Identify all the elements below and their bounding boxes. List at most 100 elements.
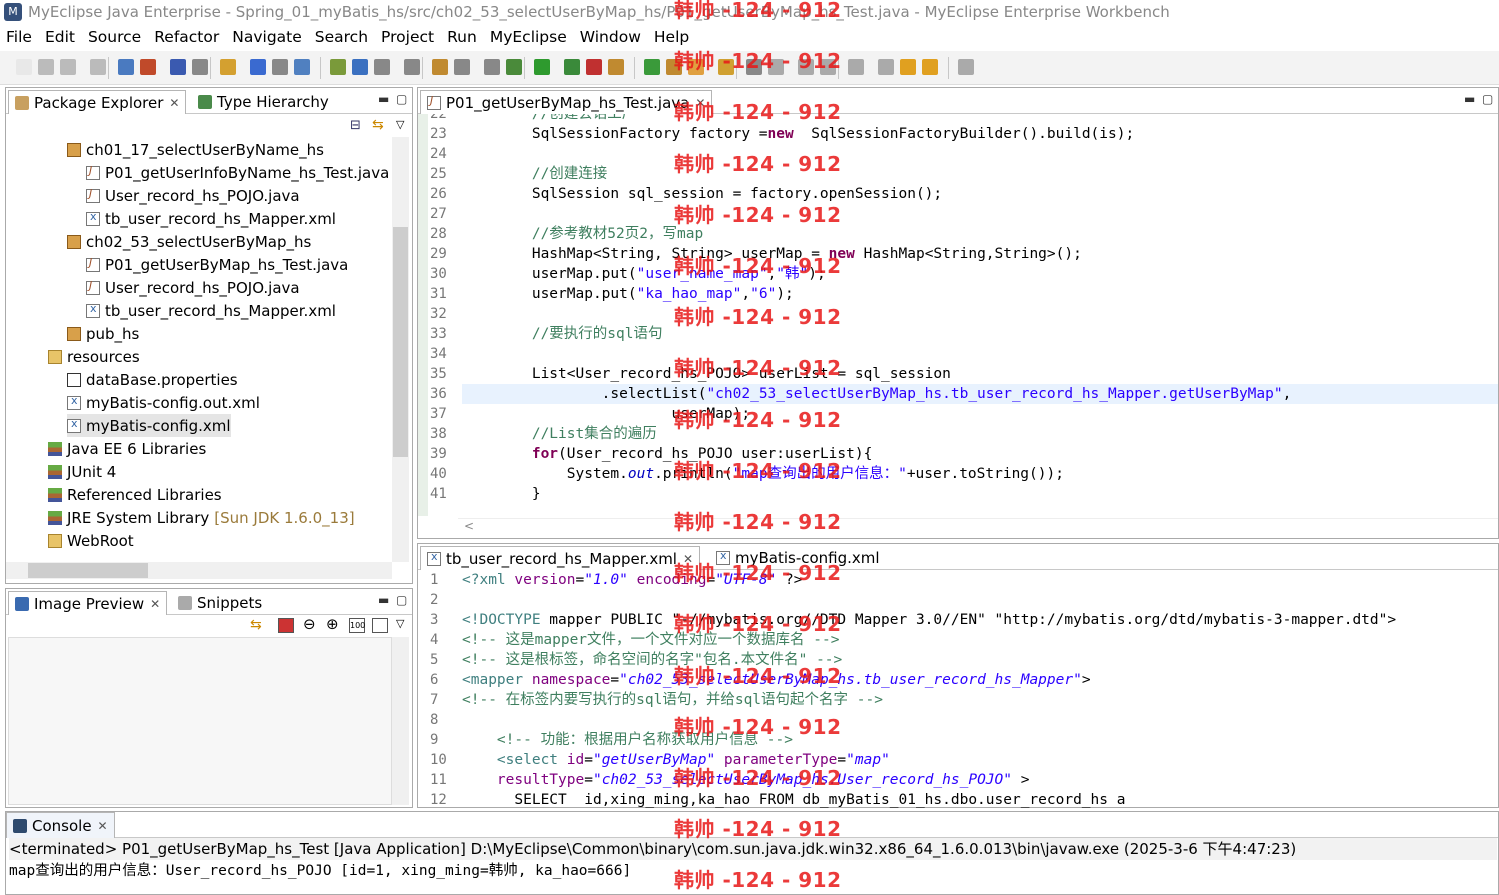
code-line[interactable]: <mapper namespace="ch02_53_selectUserByM… xyxy=(462,670,1498,690)
toolbar-button-icon[interactable] xyxy=(90,59,106,75)
code-line[interactable]: HashMap<String, String> userMap = new Ha… xyxy=(462,244,1498,264)
menu-search[interactable]: Search xyxy=(315,28,368,46)
maximize-icon[interactable]: ▢ xyxy=(1482,92,1493,106)
toolbar-button-icon[interactable] xyxy=(140,59,156,75)
tab-java-file[interactable]: P01_getUserByMap_hs_Test.java ✕ xyxy=(420,90,713,114)
tree-item[interactable]: dataBase.properties xyxy=(67,368,238,391)
toolbar-button-icon[interactable] xyxy=(958,59,974,75)
tree-item[interactable]: ch02_53_selectUserByMap_hs xyxy=(67,230,311,253)
tree-item[interactable]: myBatis-config.xml xyxy=(67,414,231,437)
code-line[interactable]: userMap.put("user_name_map","韩"); xyxy=(462,264,1498,284)
tree-item[interactable]: JUnit 4 xyxy=(48,460,116,483)
tree-item[interactable]: pub_hs xyxy=(67,322,139,345)
toolbar-button-icon[interactable] xyxy=(820,59,836,75)
scroll-thumb[interactable] xyxy=(28,563,148,578)
code-line[interactable]: SELECT id,xing_ming,ka_hao FROM db_myBat… xyxy=(462,790,1498,808)
toolbar-button-icon[interactable] xyxy=(432,59,448,75)
code-line[interactable] xyxy=(462,710,1498,730)
toolbar-button-icon[interactable] xyxy=(848,59,864,75)
toolbar-button-icon[interactable] xyxy=(60,59,76,75)
code-line[interactable]: SqlSessionFactory factory =new SqlSessio… xyxy=(462,124,1498,144)
code-line[interactable]: //创建连接 xyxy=(462,164,1498,184)
fit-icon[interactable] xyxy=(372,618,388,633)
tab-mapper-xml[interactable]: tb_user_record_hs_Mapper.xml ✕ xyxy=(420,546,701,570)
toolbar-button-icon[interactable] xyxy=(454,59,470,75)
toolbar-button-icon[interactable] xyxy=(352,59,368,75)
zoom-out-icon[interactable]: ⊖ xyxy=(303,615,316,633)
toolbar-button-icon[interactable] xyxy=(922,59,938,75)
code-line[interactable]: resultType="ch02_53_selectUserByMap_hs.U… xyxy=(462,770,1498,790)
toolbar-button-icon[interactable] xyxy=(564,59,580,75)
link-with-editor-icon[interactable]: ⇆ xyxy=(372,117,384,133)
code-line[interactable] xyxy=(462,344,1498,364)
tab-image-preview[interactable]: Image Preview ✕ xyxy=(8,591,168,615)
toolbar-button-icon[interactable] xyxy=(374,59,390,75)
menu-file[interactable]: File xyxy=(6,28,32,46)
code-line[interactable] xyxy=(462,590,1498,610)
toolbar-button-icon[interactable] xyxy=(250,59,266,75)
toolbar-button-icon[interactable] xyxy=(404,59,420,75)
toolbar-button-icon[interactable] xyxy=(534,59,550,75)
toolbar-button-icon[interactable] xyxy=(192,59,208,75)
toolbar-button-icon[interactable] xyxy=(688,59,704,75)
toolbar-button-icon[interactable] xyxy=(16,59,32,75)
toolbar-button-icon[interactable] xyxy=(484,59,500,75)
close-icon[interactable]: ✕ xyxy=(695,96,705,110)
java-code-area[interactable]: 22 //创建会话工厂 23 SqlSessionFactory factory … xyxy=(418,114,1499,516)
menu-source[interactable]: Source xyxy=(88,28,141,46)
close-icon[interactable]: ✕ xyxy=(98,819,108,833)
code-line[interactable]: <?xml version="1.0" encoding="UTF-8" ?> xyxy=(462,570,1498,590)
toolbar-button-icon[interactable] xyxy=(330,59,346,75)
minimize-icon[interactable]: ▬ xyxy=(378,92,389,106)
tree-item[interactable]: User_record_hs_POJO.java xyxy=(86,276,300,299)
tree-item[interactable]: resources xyxy=(48,345,140,368)
code-line[interactable] xyxy=(462,144,1498,164)
toolbar-button-icon[interactable] xyxy=(38,59,54,75)
menu-help[interactable]: Help xyxy=(654,28,689,46)
code-line[interactable]: <!-- 功能：根据用户名称获取用户信息 --> xyxy=(462,730,1498,750)
toolbar-button-icon[interactable] xyxy=(798,59,814,75)
toolbar-button-icon[interactable] xyxy=(170,59,186,75)
tree-item[interactable]: tb_user_record_hs_Mapper.xml xyxy=(86,299,336,322)
code-line[interactable]: //参考教材52页2，写map xyxy=(462,224,1498,244)
scroll-thumb[interactable] xyxy=(393,227,408,457)
code-line[interactable]: List<User_record_hs_POJO> userList = sql… xyxy=(462,364,1498,384)
collapse-all-icon[interactable]: ⊟ xyxy=(350,118,361,133)
tab-snippets[interactable]: Snippets xyxy=(172,591,268,615)
tree-item[interactable]: P01_getUserByMap_hs_Test.java xyxy=(86,253,348,276)
tree-item[interactable]: JRE System Library [Sun JDK 1.6.0_13] xyxy=(48,506,355,529)
tree-item[interactable]: Referenced Libraries xyxy=(48,483,222,506)
toolbar-button-icon[interactable] xyxy=(768,59,784,75)
image-icon[interactable] xyxy=(278,618,294,633)
code-line[interactable]: //List集合的遍历 xyxy=(462,424,1498,444)
zoom-in-icon[interactable]: ⊕ xyxy=(326,615,339,633)
menu-navigate[interactable]: Navigate xyxy=(232,28,302,46)
close-icon[interactable]: ✕ xyxy=(169,96,179,110)
toolbar-button-icon[interactable] xyxy=(586,59,602,75)
view-menu-icon[interactable]: ▽ xyxy=(396,118,404,131)
toolbar-button-icon[interactable] xyxy=(666,59,682,75)
tree-item[interactable]: myBatis-config.out.xml xyxy=(67,391,260,414)
code-line[interactable]: for(User_record_hs_POJO user:userList){ xyxy=(462,444,1498,464)
tree-item[interactable]: ch01_17_selectUserByName_hs xyxy=(67,138,324,161)
code-line[interactable]: } xyxy=(462,484,1498,504)
toolbar-button-icon[interactable] xyxy=(118,59,134,75)
tree-item[interactable]: tb_user_record_hs_Mapper.xml xyxy=(86,207,336,230)
menu-project[interactable]: Project xyxy=(381,28,434,46)
code-line[interactable] xyxy=(462,204,1498,224)
zoom-100-icon[interactable]: 100 xyxy=(349,618,365,633)
menu-window[interactable]: Window xyxy=(580,28,641,46)
menu-run[interactable]: Run xyxy=(447,28,477,46)
menu-myeclipse[interactable]: MyEclipse xyxy=(490,28,567,46)
tree-item[interactable]: Java EE 6 Libraries xyxy=(48,437,206,460)
code-line[interactable]: <!DOCTYPE mapper PUBLIC "-//mybatis.org/… xyxy=(462,610,1498,630)
tab-console[interactable]: Console ✕ xyxy=(6,812,115,838)
code-line[interactable]: //创建会话工厂 xyxy=(462,114,1498,124)
code-line[interactable]: <!-- 在标签内要写执行的sql语句，并给sql语句起个名字 --> xyxy=(462,690,1498,710)
tree-item[interactable]: P01_getUserInfoByName_hs_Test.java xyxy=(86,161,389,184)
code-line[interactable]: <select id="getUserByMap" parameterType=… xyxy=(462,750,1498,770)
view-menu-icon[interactable]: ▽ xyxy=(396,617,404,630)
code-line[interactable]: userMap.put("ka_hao_map","6"); xyxy=(462,284,1498,304)
tree-item[interactable]: WebRoot xyxy=(48,529,134,552)
code-line[interactable]: <!-- 这是mapper文件，一个文件对应一个数据库名 --> xyxy=(462,630,1498,650)
